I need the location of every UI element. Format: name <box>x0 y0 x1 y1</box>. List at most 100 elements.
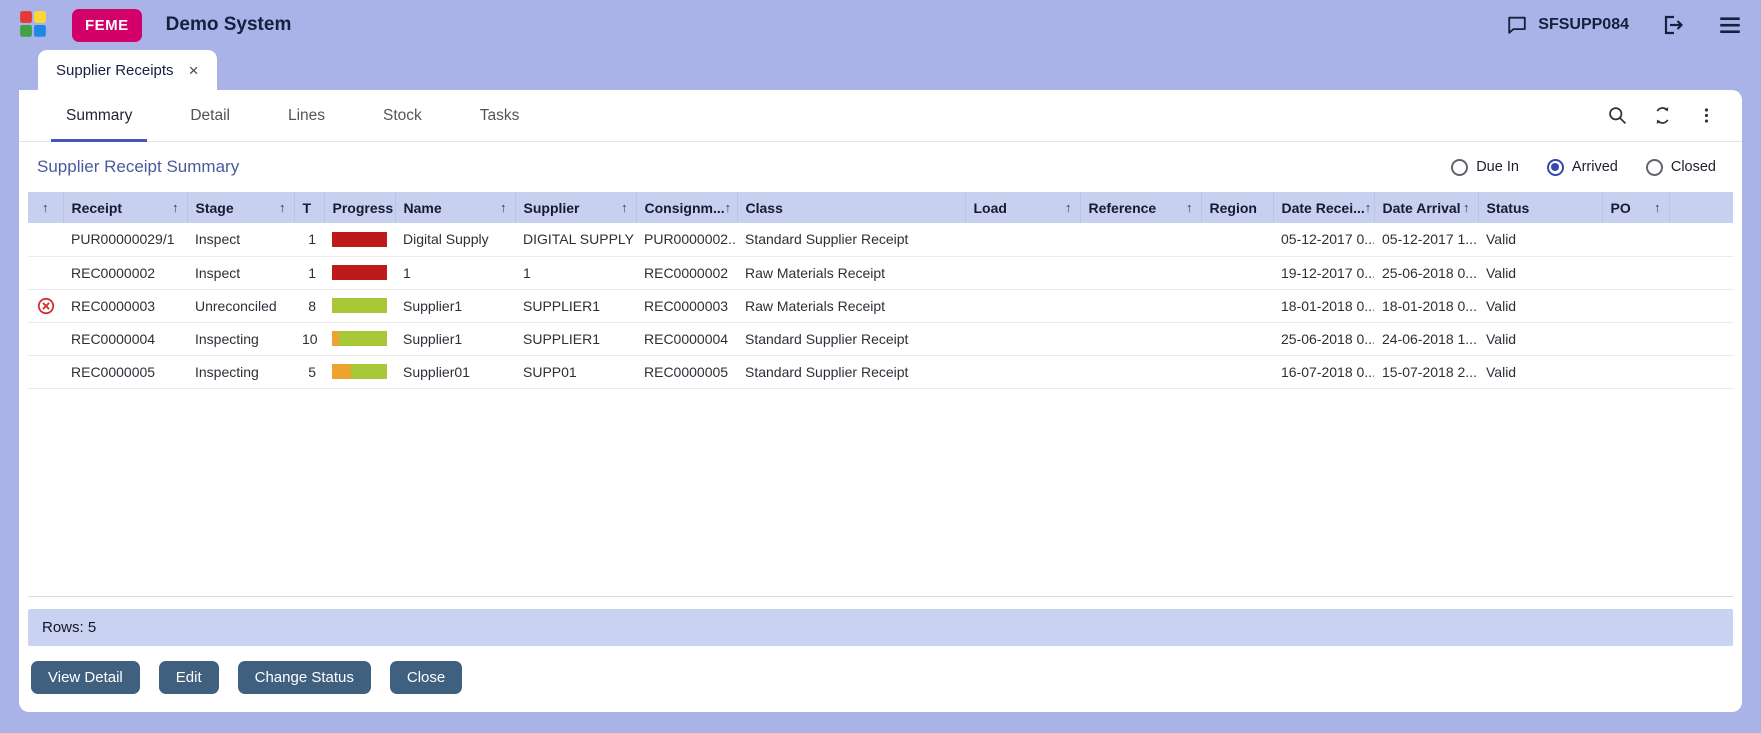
tab-lines[interactable]: Lines <box>259 90 354 142</box>
cell-supplier: SUPPLIER1 <box>515 322 636 355</box>
cell-supplier: SUPPLIER1 <box>515 289 636 322</box>
cell-reference <box>1080 355 1201 388</box>
filter-label: Arrived <box>1572 159 1618 175</box>
cell-region <box>1201 223 1273 256</box>
column-header-flag[interactable]: ↑ <box>28 192 63 223</box>
cell-flag <box>28 223 63 256</box>
filter-arrived[interactable]: Arrived <box>1547 159 1618 176</box>
cell-flag <box>28 289 63 322</box>
sort-arrow-icon: ↑ <box>1365 200 1372 215</box>
column-label: Region <box>1210 200 1257 216</box>
refresh-icon[interactable] <box>1652 105 1673 126</box>
window-tab-label: Supplier Receipts <box>56 62 174 79</box>
column-header-stage[interactable]: Stage↑ <box>187 192 294 223</box>
table-row[interactable]: REC0000005Inspecting5Supplier01SUPP01REC… <box>28 355 1733 388</box>
column-header-name[interactable]: Name ↑ <box>395 192 515 223</box>
logout-icon[interactable] <box>1661 13 1685 37</box>
tab-summary[interactable]: Summary <box>37 90 161 142</box>
cell-progress <box>324 355 395 388</box>
column-label: Load <box>974 200 1007 216</box>
tab-detail[interactable]: Detail <box>161 90 259 142</box>
cell-receipt: REC0000004 <box>63 322 187 355</box>
cell-consignment: REC0000003 <box>636 289 737 322</box>
filter-due-in[interactable]: Due In <box>1451 159 1519 176</box>
error-icon[interactable] <box>37 297 55 315</box>
cell-date_received: 05-12-2017 0... <box>1273 223 1374 256</box>
column-header-po[interactable]: PO↑ <box>1602 192 1669 223</box>
cell-status: Valid <box>1478 322 1602 355</box>
window-tab-supplier-receipts[interactable]: Supplier Receipts × <box>38 50 217 90</box>
column-label: Name <box>404 200 442 216</box>
cell-supplier: SUPP01 <box>515 355 636 388</box>
receipts-grid-wrap: ↑Receipt↑Stage↑TProgressName↑Supplier↑Co… <box>28 192 1733 389</box>
filter-closed[interactable]: Closed <box>1646 159 1716 176</box>
cell-date_arrival: 18-01-2018 0... <box>1374 289 1478 322</box>
column-header-date_received[interactable]: Date Recei...↑ <box>1273 192 1374 223</box>
cell-region <box>1201 289 1273 322</box>
content-card: SummaryDetailLinesStockTasks <box>19 90 1742 712</box>
cell-stage: Inspect <box>187 256 294 289</box>
button-view-detail[interactable]: View Detail <box>31 661 140 694</box>
action-buttons: View Detail Edit Change Status Close <box>19 646 1742 712</box>
cell-status: Valid <box>1478 223 1602 256</box>
button-close[interactable]: Close <box>390 661 462 694</box>
tab-stock[interactable]: Stock <box>354 90 451 142</box>
column-header-reference[interactable]: Reference↑ <box>1080 192 1201 223</box>
cell-t: 1 <box>294 256 324 289</box>
column-header-receipt[interactable]: Receipt↑ <box>63 192 187 223</box>
column-label: Consignm... <box>645 200 725 216</box>
column-header-status: Status <box>1478 192 1602 223</box>
cell-progress <box>324 322 395 355</box>
progress-bar <box>332 298 387 313</box>
column-header-class: Class <box>737 192 965 223</box>
column-header-progress: Progress <box>324 192 395 223</box>
tab-close-icon[interactable]: × <box>189 62 199 79</box>
cell-spacer <box>1669 355 1733 388</box>
cell-class: Raw Materials Receipt <box>737 289 965 322</box>
statusbar-divider <box>28 596 1733 597</box>
radio-icon <box>1646 159 1663 176</box>
cell-date_arrival: 05-12-2017 1... <box>1374 223 1478 256</box>
column-header-consignment[interactable]: Consignm...↑ <box>636 192 737 223</box>
column-header-load[interactable]: Load↑ <box>965 192 1080 223</box>
sort-arrow-icon: ↑ <box>500 200 507 215</box>
sort-arrow-icon: ↑ <box>1654 200 1661 215</box>
table-row[interactable]: PUR00000029/1Inspect1Digital SupplyDIGIT… <box>28 223 1733 256</box>
sort-arrow-icon: ↑ <box>279 200 286 215</box>
table-row[interactable]: REC0000002Inspect111REC0000002Raw Materi… <box>28 256 1733 289</box>
section-row: Supplier Receipt Summary Due InArrivedCl… <box>19 142 1742 192</box>
tab-tasks[interactable]: Tasks <box>451 90 549 142</box>
feme-badge: FEME <box>72 9 142 42</box>
kebab-menu-icon[interactable] <box>1697 106 1716 125</box>
cell-spacer <box>1669 289 1733 322</box>
cell-t: 8 <box>294 289 324 322</box>
column-label: Reference <box>1089 200 1157 216</box>
cell-load <box>965 322 1080 355</box>
chat-icon <box>1506 14 1528 36</box>
sort-arrow-icon: ↑ <box>172 200 179 215</box>
column-header-date_arrival[interactable]: Date Arrival↑ <box>1374 192 1478 223</box>
column-label: Status <box>1487 200 1530 216</box>
rows-count-label: Rows: 5 <box>42 619 96 636</box>
app-logo-icon <box>18 10 48 40</box>
cell-stage: Inspecting <box>187 322 294 355</box>
column-label: T <box>303 200 312 216</box>
cell-consignment: REC0000004 <box>636 322 737 355</box>
user-chip[interactable]: SFSUPP084 <box>1506 14 1629 36</box>
cell-spacer <box>1669 223 1733 256</box>
search-icon[interactable] <box>1607 105 1628 126</box>
column-label: Supplier <box>524 200 580 216</box>
table-row[interactable]: REC0000004Inspecting10Supplier1SUPPLIER1… <box>28 322 1733 355</box>
cell-name: Supplier1 <box>395 289 515 322</box>
column-label: Date Arrival <box>1383 200 1461 216</box>
cell-load <box>965 223 1080 256</box>
table-row[interactable]: REC0000003Unreconciled8Supplier1SUPPLIER… <box>28 289 1733 322</box>
column-header-supplier[interactable]: Supplier↑ <box>515 192 636 223</box>
hamburger-menu-icon[interactable] <box>1717 12 1743 38</box>
cell-reference <box>1080 256 1201 289</box>
column-label: Date Recei... <box>1282 200 1365 216</box>
button-change-status[interactable]: Change Status <box>238 661 371 694</box>
cell-receipt: REC0000005 <box>63 355 187 388</box>
column-header-t: T <box>294 192 324 223</box>
button-edit[interactable]: Edit <box>159 661 219 694</box>
